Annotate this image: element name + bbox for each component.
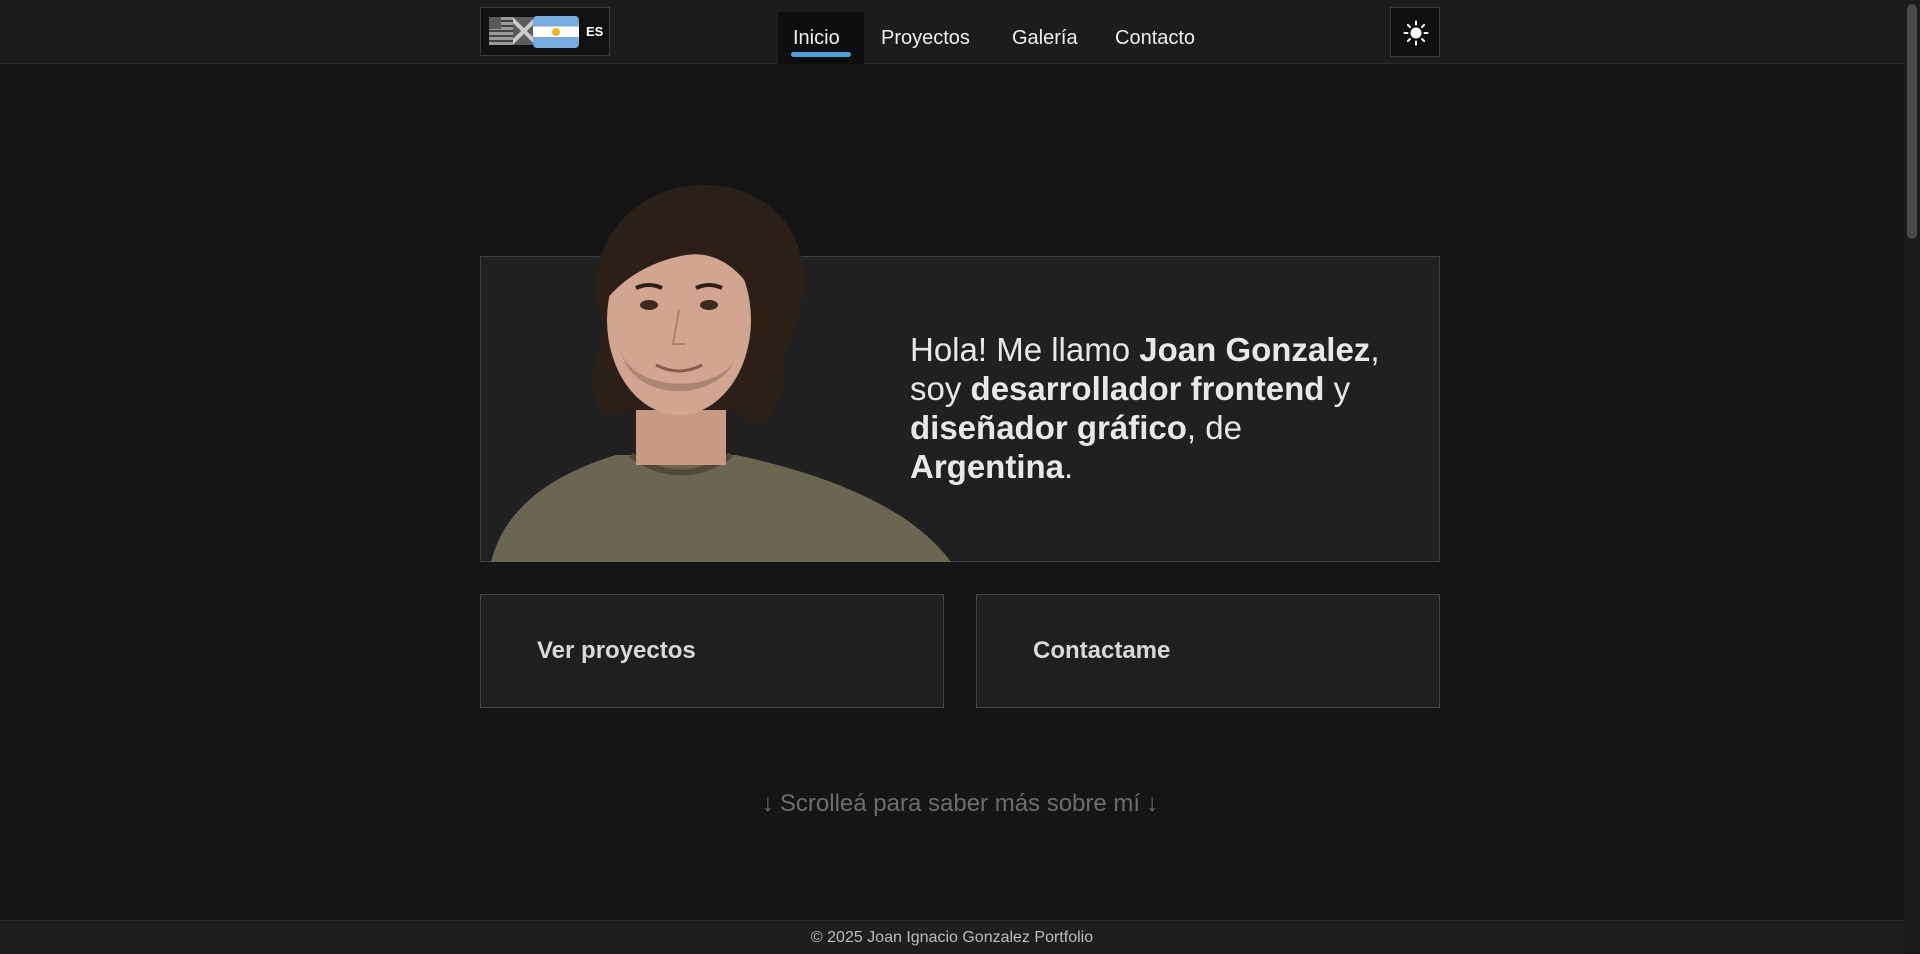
footer: © 2025 Joan Ignacio Gonzalez Portfolio [0,920,1904,954]
active-tab-indicator [791,52,851,57]
scroll-hint-text: Scrolleá para saber más sobre mí [779,790,1141,817]
vertical-scrollbar[interactable] [1904,0,1920,953]
intro-text: Hola! Me llamo [910,331,1140,368]
intro-text: . [1064,448,1074,485]
hero-role-designer: diseñador gráfico [910,409,1187,446]
view-projects-button[interactable]: Ver proyectos [480,594,944,708]
nav-galeria[interactable]: Galería [1012,12,1078,64]
scrollbar-thumb[interactable] [1907,4,1917,239]
nav-contacto[interactable]: Contacto [1115,12,1195,64]
uk-flag-icon [513,17,533,45]
hero-role-frontend: desarrollador frontend [970,370,1325,407]
footer-copyright: © 2025 Joan Ignacio Gonzalez Portfolio [810,929,1094,946]
argentina-flag-icon [533,16,579,48]
language-code: ES [586,24,604,39]
hero-country: Argentina [910,448,1065,485]
us-flag-icon [489,17,513,45]
arrow-down-icon: ↓ [1146,790,1159,817]
hero-name: Joan Gonzalez [1139,331,1371,368]
arrow-down-icon: ↓ [761,790,774,817]
contact-label: Contactame [1033,637,1171,664]
language-selector[interactable]: ES [480,7,610,56]
contact-button[interactable]: Contactame [976,594,1440,708]
nav-inicio[interactable]: Inicio [778,12,864,64]
profile-photo [491,184,951,562]
nav-proyectos[interactable]: Proyectos [881,12,970,64]
intro-text: soy [910,370,971,407]
theme-toggle-button[interactable] [1390,7,1440,57]
intro-text: , de [1186,409,1242,446]
scroll-hint: ↓ Scrolleá para saber más sobre mí ↓ [0,790,1920,818]
top-navbar: ES Inicio Proyectos Galería Contacto [0,0,1904,64]
hero-intro-text: Hola! Me llamo Joan Gonzalez, soy desarr… [910,330,1430,486]
sun-icon [1403,20,1429,46]
intro-text: y [1324,370,1351,407]
intro-text: , [1370,331,1380,368]
view-projects-label: Ver proyectos [537,637,696,664]
